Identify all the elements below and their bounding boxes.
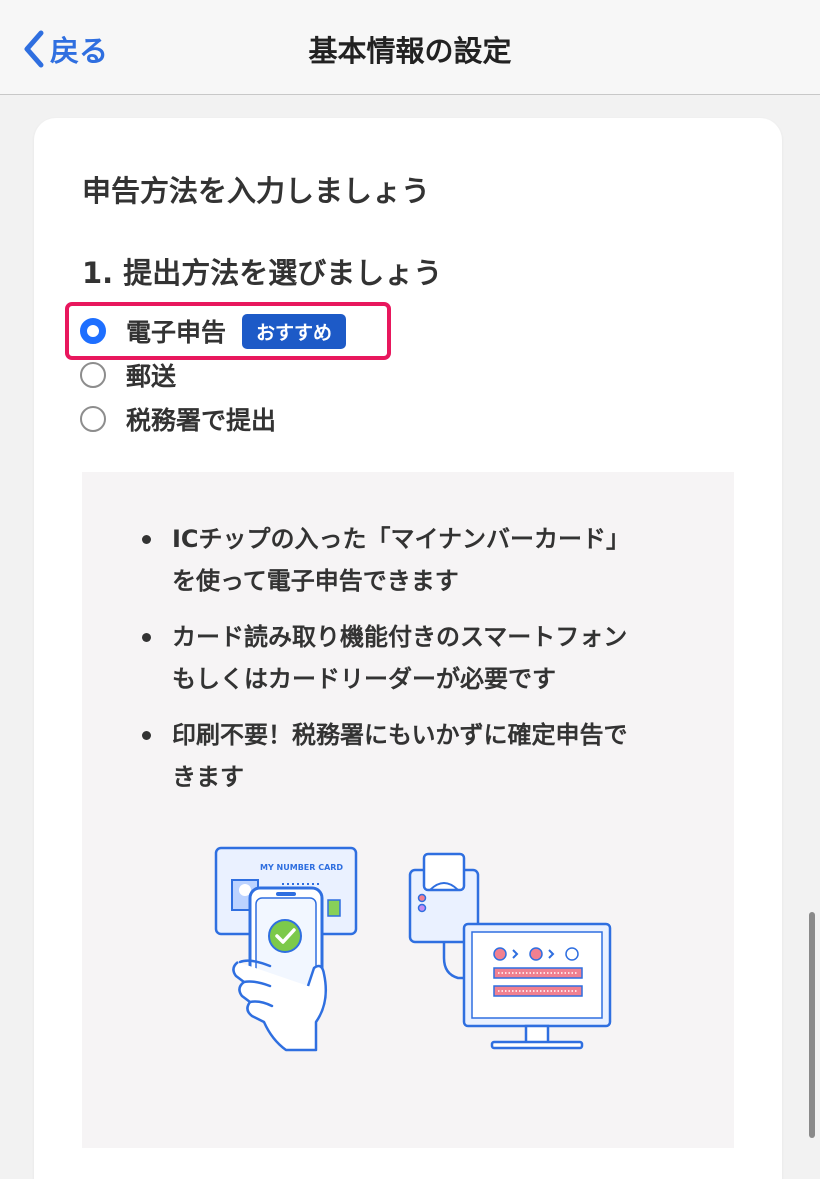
card-reading-illustration: MY NUMBER CARD: [214, 846, 612, 1052]
option-label: 電子申告: [126, 318, 227, 347]
option-tax-office[interactable]: 税務署で提出: [80, 399, 276, 439]
info-panel: ICチップの入った「マイナンバーカード」 を使って電子申告できます カード読み取…: [82, 472, 734, 1148]
recommended-badge: おすすめ: [242, 313, 347, 349]
bullet-line: もしくはカードリーダーが必要です: [172, 665, 556, 693]
radio-button[interactable]: [80, 406, 106, 432]
bullet-dot: [142, 633, 151, 642]
phone-card-reader-illustration: MY NUMBER CARD: [214, 846, 358, 1052]
bullet-line: カード読み取り機能付きのスマートフォン: [172, 623, 628, 651]
section-heading: 申告方法を入力しましょう: [82, 174, 431, 208]
radio-button-selected[interactable]: [80, 318, 106, 344]
info-bullet: ICチップの入った「マイナンバーカード」 を使って電子申告できます: [140, 518, 710, 602]
option-mail[interactable]: 郵送: [80, 355, 176, 395]
radio-button[interactable]: [80, 362, 106, 388]
bullet-line: 印刷不要！税務署にもいかずに確定申告で: [172, 721, 628, 749]
vertical-scrollbar[interactable]: [809, 912, 815, 1138]
card-reader-computer-illustration: [408, 852, 612, 1050]
settings-card: 申告方法を入力しましょう 1. 提出方法を選びましょう 電子申告 おすすめ 郵送…: [34, 118, 782, 1179]
bullet-line: ICチップの入った「マイナンバーカード」: [172, 525, 631, 553]
info-bullet: カード読み取り機能付きのスマートフォン もしくはカードリーダーが必要です: [140, 616, 710, 700]
page-title: 基本情報の設定: [308, 34, 512, 68]
bullet-line: を使って電子申告できます: [172, 567, 459, 595]
bullet-line: きます: [172, 763, 244, 791]
info-bullet: 印刷不要！税務署にもいかずに確定申告で きます: [140, 714, 710, 798]
option-label: 税務署で提出: [126, 406, 277, 435]
bullet-dot: [142, 731, 151, 740]
step-heading: 1. 提出方法を選びましょう: [82, 256, 443, 290]
navigation-bar: 戻る 基本情報の設定: [0, 0, 820, 95]
option-label: 郵送: [126, 362, 177, 391]
info-bullet-list: ICチップの入った「マイナンバーカード」 を使って電子申告できます カード読み取…: [140, 518, 710, 812]
bullet-dot: [142, 535, 151, 544]
option-electronic-filing[interactable]: 電子申告 おすすめ: [80, 311, 347, 351]
card-text: MY NUMBER CARD: [260, 863, 343, 872]
